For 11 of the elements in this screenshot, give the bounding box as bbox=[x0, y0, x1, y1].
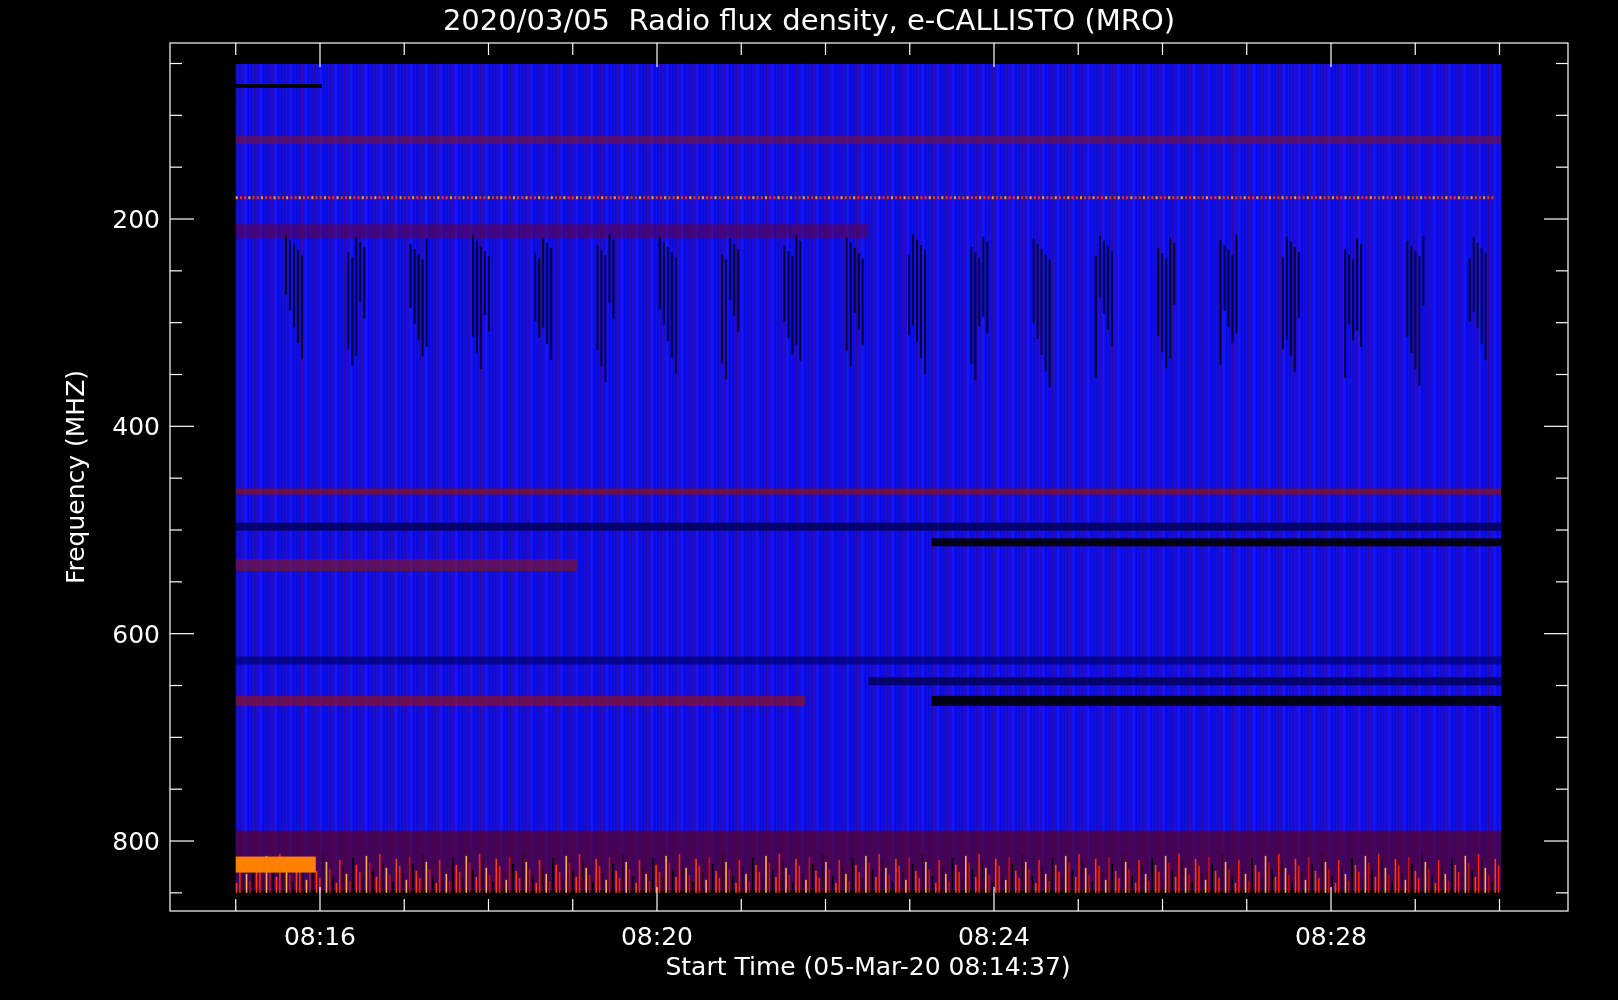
y-tick-label: 400 bbox=[112, 412, 160, 442]
y-axis-label: Frequency (MHZ) bbox=[61, 369, 90, 585]
y-tick-label: 200 bbox=[112, 205, 160, 234]
y-tick-label: 600 bbox=[112, 619, 160, 649]
x-axis-label: Start Time (05-Mar-20 08:14:37) bbox=[665, 952, 1071, 981]
y-tick-label: 800 bbox=[112, 827, 160, 856]
x-tick-label: 08:16 bbox=[284, 922, 356, 951]
chart-title: 2020/03/05 Radio flux density, e-CALLISTO (MRO) bbox=[442, 3, 1176, 37]
x-tick-label: 08:20 bbox=[621, 922, 693, 951]
x-tick-label: 08:28 bbox=[1295, 922, 1367, 951]
x-tick-label: 08:24 bbox=[958, 922, 1030, 951]
